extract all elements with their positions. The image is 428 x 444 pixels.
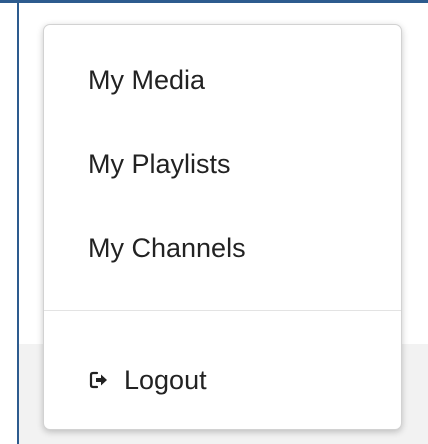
menu-divider — [44, 310, 401, 311]
page: My Media My Playlists My Channels Logout — [0, 0, 428, 444]
window-frame-top — [0, 0, 428, 3]
menu-item-my-playlists[interactable]: My Playlists — [88, 147, 231, 181]
user-dropdown-menu: My Media My Playlists My Channels Logout — [43, 24, 402, 430]
menu-item-my-media[interactable]: My Media — [88, 63, 205, 97]
menu-item-my-channels[interactable]: My Channels — [88, 231, 246, 265]
menu-item-logout[interactable]: Logout — [88, 363, 207, 397]
logout-icon — [88, 369, 110, 391]
logout-label: Logout — [124, 365, 207, 395]
